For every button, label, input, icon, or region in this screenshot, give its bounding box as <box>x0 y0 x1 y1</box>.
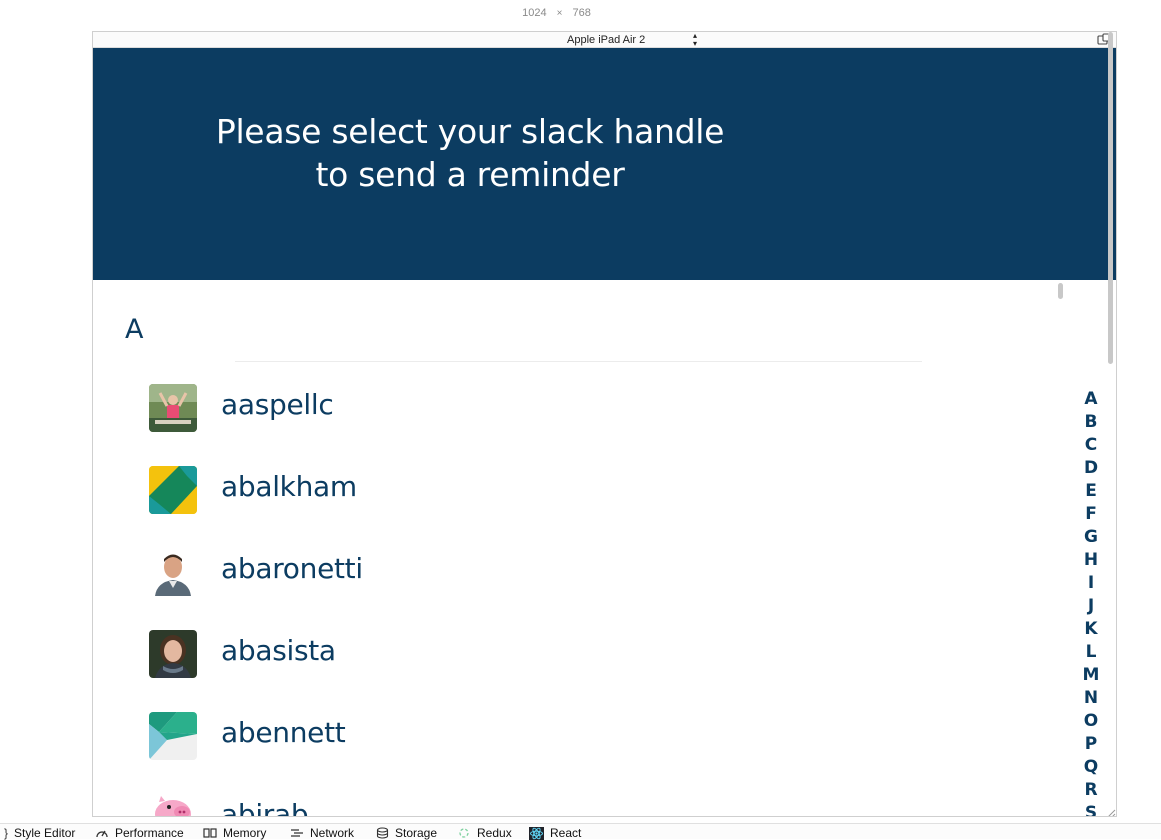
user-handle[interactable]: abaronetti <box>221 552 363 585</box>
alphabet-index-letter[interactable]: L <box>1086 641 1097 664</box>
tab-memory[interactable]: Memory <box>203 826 266 840</box>
page-title: Please select your slack handle to send … <box>210 110 730 196</box>
alphabet-index-letter[interactable]: Q <box>1084 756 1098 779</box>
photo-man-avatar <box>149 548 197 596</box>
list-scrollbar[interactable] <box>1058 283 1063 299</box>
alphabet-index-letter[interactable]: M <box>1083 664 1100 687</box>
tab-style-editor[interactable]: } Style Editor <box>4 826 75 840</box>
alphabet-index-letter[interactable]: F <box>1085 503 1097 526</box>
user-row[interactable]: abalkham <box>149 466 749 516</box>
title-line-1: Please select your slack handle <box>215 112 725 151</box>
user-row[interactable]: abaronetti <box>149 548 749 598</box>
user-handle[interactable]: abennett <box>221 716 346 749</box>
memory-chip-icon <box>203 827 217 839</box>
user-row[interactable]: abirab <box>149 794 749 816</box>
alphabet-index-letter[interactable]: K <box>1084 618 1097 641</box>
dimension-separator: × <box>556 7 563 19</box>
alphabet-index-letter[interactable]: R <box>1084 779 1097 802</box>
alphabet-index-letter[interactable]: J <box>1088 595 1094 618</box>
react-atom-icon <box>529 826 544 840</box>
yellow-green-pattern-avatar <box>149 466 197 514</box>
photo-kayaker-avatar <box>149 384 197 432</box>
tab-label: Storage <box>395 826 438 840</box>
viewport-dimensions: 1024 × 768 <box>0 4 1161 22</box>
device-selector[interactable]: Apple iPad Air 2 ▴ ▾ <box>563 31 701 48</box>
tab-redux[interactable]: Redux <box>457 826 512 840</box>
network-lines-icon <box>290 827 304 839</box>
alphabet-index-letter[interactable]: I <box>1088 572 1094 595</box>
section-heading: A <box>125 314 144 345</box>
responsive-viewport: Apple iPad Air 2 ▴ ▾ Please select your s… <box>92 31 1117 817</box>
page-scrollbar[interactable] <box>1108 32 1113 364</box>
redux-icon <box>457 827 471 839</box>
tab-performance[interactable]: Performance <box>95 826 184 840</box>
brace-icon: } <box>4 826 9 840</box>
alphabet-index-letter[interactable]: G <box>1084 526 1098 549</box>
photo-woman-avatar <box>149 630 197 678</box>
resize-handle-icon[interactable] <box>1104 804 1116 816</box>
tab-label: Redux <box>477 826 512 840</box>
alphabet-index-letter[interactable]: B <box>1085 411 1098 434</box>
device-name: Apple iPad Air 2 <box>567 34 646 46</box>
select-arrows-icon: ▴ ▾ <box>692 31 697 48</box>
tab-network[interactable]: Network <box>290 826 354 840</box>
section-divider <box>235 361 922 362</box>
device-toolbar: Apple iPad Air 2 ▴ ▾ <box>93 32 1116 48</box>
alphabet-index[interactable]: ABCDEFGHIJKLMNOPQRS <box>1081 388 1101 816</box>
alphabet-index-letter[interactable]: P <box>1085 733 1097 756</box>
alphabet-index-letter[interactable]: N <box>1084 687 1098 710</box>
user-list[interactable]: A aaspellc abalkham abaronetti abasista … <box>93 280 1116 816</box>
user-row[interactable]: aaspellc <box>149 384 749 434</box>
viewport-width[interactable]: 1024 <box>522 7 546 19</box>
user-handle[interactable]: abalkham <box>221 470 357 503</box>
tab-react[interactable]: React <box>529 826 581 840</box>
tab-label: Performance <box>115 826 184 840</box>
alphabet-index-letter[interactable]: D <box>1084 457 1098 480</box>
user-row[interactable]: abasista <box>149 630 749 680</box>
title-line-2: to send a reminder <box>315 155 625 194</box>
alphabet-index-letter[interactable]: C <box>1085 434 1097 457</box>
user-handle[interactable]: aaspellc <box>221 388 334 421</box>
user-handle[interactable]: abasista <box>221 634 336 667</box>
user-handle[interactable]: abirab <box>221 798 309 816</box>
alphabet-index-letter[interactable]: A <box>1084 388 1097 411</box>
viewport-height[interactable]: 768 <box>572 7 590 19</box>
page-header: Please select your slack handle to send … <box>93 48 1116 280</box>
teal-pattern-avatar <box>149 712 197 760</box>
tab-label: Memory <box>223 826 267 840</box>
tab-storage[interactable]: Storage <box>376 826 437 840</box>
pink-pig-avatar <box>149 794 197 816</box>
tab-label: Style Editor <box>14 826 76 840</box>
database-icon <box>376 827 389 839</box>
devtools-toolbar: } Style Editor Performance Memory Networ… <box>0 823 1161 840</box>
alphabet-index-letter[interactable]: H <box>1084 549 1098 572</box>
tab-label: React <box>550 826 582 840</box>
alphabet-index-letter[interactable]: E <box>1085 480 1097 503</box>
alphabet-index-letter[interactable]: O <box>1084 710 1098 733</box>
tab-label: Network <box>310 826 355 840</box>
alphabet-index-letter[interactable]: S <box>1085 802 1097 816</box>
user-row[interactable]: abennett <box>149 712 749 762</box>
gauge-icon <box>95 827 109 839</box>
